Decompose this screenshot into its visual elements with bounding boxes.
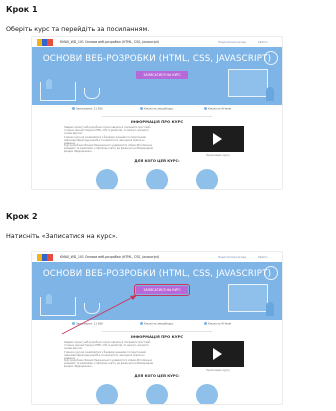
person-illustration bbox=[266, 302, 274, 316]
course-stats: Записалися: 11 560 Кількість лекцій/курс… bbox=[32, 322, 282, 330]
hero-course-title: ОСНОВИ ВЕБ-РОЗРОБКИ (HTML, CSS, JAVASCRI… bbox=[42, 54, 272, 64]
stat-enrolled: Записалися: 11 560 bbox=[72, 107, 103, 111]
monitor-illustration bbox=[228, 284, 268, 312]
top-link-schedule[interactable]: Надіслати/розклад bbox=[218, 40, 246, 44]
section-divider bbox=[102, 331, 212, 332]
stat-level: Кількість Hi-level bbox=[204, 107, 231, 111]
stat-lectures-label: Кількість лекцій/курс bbox=[144, 107, 174, 111]
users-icon bbox=[72, 322, 75, 325]
audience-illustration-3 bbox=[196, 384, 218, 404]
plant-illustration bbox=[46, 79, 52, 89]
person-illustration bbox=[266, 87, 274, 101]
about-course-title: ІНФОРМАЦІЯ ПРО КУРС bbox=[130, 119, 184, 124]
course-page-screenshot-1: KMA0_WD_101 Основи веб-розробки (HTML, C… bbox=[32, 37, 282, 189]
audience-illustration-1 bbox=[96, 384, 118, 404]
top-link-login[interactable]: Увійти bbox=[258, 40, 267, 44]
book-icon bbox=[140, 107, 143, 110]
step-1-description: Оберіть курс та перейдіть за посиланням. bbox=[6, 25, 150, 33]
audience-illustration-2 bbox=[146, 384, 168, 404]
users-icon bbox=[72, 107, 75, 110]
play-icon[interactable] bbox=[213, 133, 222, 145]
target-audience-title: ДЛЯ КОГО ЦЕЙ КУРС: bbox=[134, 374, 180, 378]
monitor-illustration bbox=[228, 69, 268, 97]
stat-level: Кількість Hi-level bbox=[204, 322, 231, 326]
hero-course-title: ОСНОВИ ВЕБ-РОЗРОБКИ (HTML, CSS, JAVASCRI… bbox=[42, 269, 272, 279]
level-icon bbox=[204, 322, 207, 325]
stat-level-label: Кількість Hi-level bbox=[208, 107, 232, 111]
audience-illustration-1 bbox=[96, 169, 118, 189]
step-1-title: Крок 1 bbox=[6, 5, 38, 14]
top-link-login[interactable]: Увійти bbox=[258, 255, 267, 259]
section-divider bbox=[102, 116, 212, 117]
about-paragraph-1: Завдяки проекту веб-розробкам слухачі на… bbox=[64, 341, 151, 350]
video-caption: Промо-відео курсу bbox=[206, 154, 230, 157]
site-logo[interactable] bbox=[37, 253, 53, 261]
stat-level-label: Кількість Hi-level bbox=[208, 322, 232, 326]
promo-video[interactable] bbox=[192, 341, 244, 367]
level-icon bbox=[204, 107, 207, 110]
book-icon bbox=[140, 322, 143, 325]
course-page-screenshot-2: KMA0_WD_101 Основи веб-розробки (HTML, C… bbox=[32, 252, 282, 404]
target-audience-title: ДЛЯ КОГО ЦЕЙ КУРС: bbox=[134, 159, 180, 163]
step-2-description: Натисніть «Записатися на курс». bbox=[6, 232, 118, 240]
stat-enrolled-label: Записалися: 11 560 bbox=[76, 322, 103, 326]
play-icon[interactable] bbox=[213, 348, 222, 360]
about-course-title: ІНФОРМАЦІЯ ПРО КУРС bbox=[130, 334, 184, 339]
top-link-schedule[interactable]: Надіслати/розклад bbox=[218, 255, 246, 259]
stat-enrolled: Записалися: 11 560 bbox=[72, 322, 103, 326]
audience-illustration-2 bbox=[146, 169, 168, 189]
stat-lectures: Кількість лекцій/курс bbox=[140, 322, 173, 326]
step-2-title: Крок 2 bbox=[6, 212, 38, 221]
enroll-button-highlight bbox=[134, 284, 190, 296]
lamp-illustration bbox=[84, 88, 100, 99]
site-logo[interactable] bbox=[37, 38, 53, 46]
video-caption: Промо-відео курсу bbox=[206, 369, 230, 372]
stat-enrolled-label: Записалися: 11 560 bbox=[76, 107, 103, 111]
about-paragraph-1: Завдяки проекту веб-розробкам слухачі на… bbox=[64, 126, 151, 135]
about-paragraph-3: Курс розроблено Фондом Національного уні… bbox=[64, 359, 154, 368]
about-paragraph-3: Курс розроблено Фондом Національного уні… bbox=[64, 144, 154, 153]
course-hero-banner: ОСНОВИ ВЕБ-РОЗРОБКИ (HTML, CSS, JAVASCRI… bbox=[32, 47, 282, 105]
lamp-illustration bbox=[84, 303, 100, 314]
stat-lectures: Кількість лекцій/курс bbox=[140, 107, 173, 111]
stat-lectures-label: Кількість лекцій/курс bbox=[144, 322, 174, 326]
plant-illustration bbox=[46, 294, 52, 304]
promo-video[interactable] bbox=[192, 126, 244, 152]
course-stats: Записалися: 11 560 Кількість лекцій/курс… bbox=[32, 107, 282, 115]
audience-illustration-3 bbox=[196, 169, 218, 189]
course-site-title: KMA0_WD_101 Основи веб-розробки (HTML, C… bbox=[60, 254, 160, 259]
course-site-title: KMA0_WD_101 Основи веб-розробки (HTML, C… bbox=[60, 39, 160, 44]
enroll-button[interactable]: ЗАПИСАТИСЯ НА КУРС bbox=[136, 71, 188, 79]
